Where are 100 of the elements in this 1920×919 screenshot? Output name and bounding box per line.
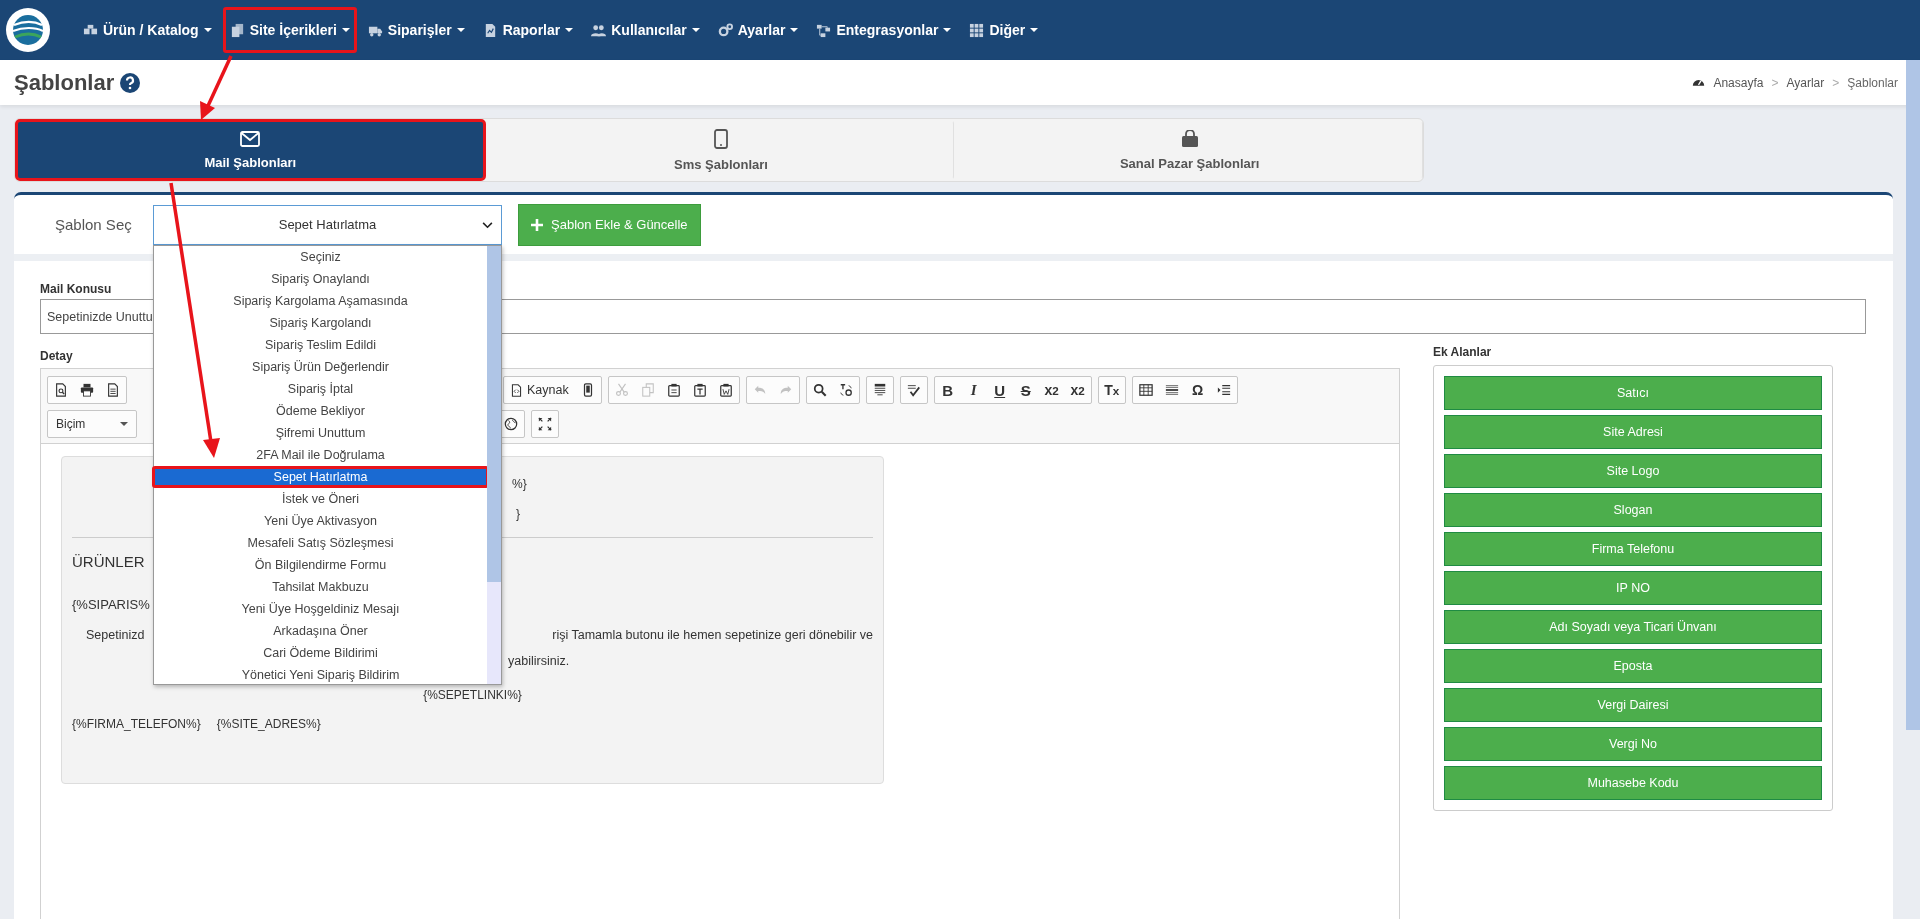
page-scrollbar-thumb[interactable] bbox=[1906, 60, 1920, 730]
caret-icon bbox=[341, 28, 350, 32]
template-tab[interactable]: Sanal Pazar Şablonları bbox=[954, 119, 1423, 181]
printer-icon bbox=[80, 383, 94, 397]
caret-icon bbox=[943, 28, 952, 32]
code-page-icon bbox=[510, 383, 523, 397]
breadcrumb-link[interactable]: Ayarlar bbox=[1786, 75, 1825, 90]
dropdown-option[interactable]: 2FA Mail ile Doğrulama bbox=[154, 443, 487, 466]
maximize-icon bbox=[538, 417, 552, 431]
lines-icon bbox=[872, 383, 887, 397]
format-dropdown[interactable]: Biçim bbox=[48, 411, 136, 437]
template-tab[interactable]: Mail Şablonları bbox=[15, 119, 486, 181]
phone-icon bbox=[714, 128, 728, 149]
dropdown-option[interactable]: Mesafeli Satış Sözleşmesi bbox=[154, 531, 487, 554]
breadcrumb-separator: > bbox=[1832, 75, 1840, 90]
envelope-icon bbox=[240, 130, 261, 147]
nav-menu-item[interactable]: Site İçerikleri bbox=[222, 7, 357, 53]
caret-icon bbox=[203, 28, 212, 32]
nav-menu-item[interactable]: Raporlar bbox=[475, 7, 581, 53]
caret-icon bbox=[120, 422, 128, 426]
nav-menu-item[interactable]: Kullanıcılar bbox=[584, 7, 707, 53]
network-icon bbox=[816, 22, 832, 38]
copy-icon bbox=[640, 383, 655, 397]
caret-icon bbox=[691, 28, 700, 32]
chevron-down-icon bbox=[482, 221, 493, 229]
nav-menu-item[interactable]: Siparişler bbox=[360, 7, 472, 53]
dropdown-option[interactable]: Cari Ödeme Bildirimi bbox=[154, 641, 487, 664]
dropdown-option[interactable]: Yeni Üye Hoşgeldiniz Mesajı bbox=[154, 597, 487, 620]
paragraph-text: rişi Tamamla butonu ile hemen sepetinize geri dönebilir ve bbox=[552, 628, 873, 644]
dropdown-option[interactable]: Sipariş Teslim Edildi bbox=[154, 333, 487, 356]
breadcrumb-current: Şablonlar bbox=[1847, 75, 1898, 90]
gears-icon bbox=[717, 22, 733, 38]
page-magnifier-icon bbox=[54, 383, 68, 397]
dropdown-option[interactable]: Sipariş Onaylandı bbox=[154, 267, 487, 290]
dropdown-option[interactable]: Sipariş Ürün Değerlendir bbox=[154, 355, 487, 378]
document-icon bbox=[106, 383, 120, 397]
bold-button[interactable]: B bbox=[934, 377, 961, 403]
dropdown-option[interactable]: Sipariş Kargolandı bbox=[154, 311, 487, 334]
clipboard-icon bbox=[692, 383, 707, 397]
dropdown-option[interactable]: Seçiniz bbox=[154, 245, 487, 268]
template-tag: {%SIPARIS% bbox=[72, 582, 150, 628]
products-heading: ÜRÜNLER bbox=[72, 552, 145, 572]
spellcheck-icon bbox=[906, 383, 921, 397]
help-icon[interactable] bbox=[120, 72, 141, 93]
template-select[interactable]: Sepet Hatırlatma bbox=[153, 204, 502, 245]
page-title: Şablonlar bbox=[14, 69, 115, 96]
template-tag: {%FIRMA_TELEFON%} bbox=[72, 712, 201, 736]
copy-icon bbox=[229, 22, 245, 38]
dropdown-option[interactable]: Sipariş İptal bbox=[154, 377, 487, 400]
dropdown-option[interactable]: Şifremi Unuttum bbox=[154, 421, 487, 444]
clipboard-icon bbox=[718, 383, 733, 397]
shopping-bag-icon bbox=[1180, 129, 1199, 148]
globe-logo-icon[interactable] bbox=[6, 8, 50, 52]
dropdown-option[interactable]: Arkadaşına Öner bbox=[154, 619, 487, 642]
grid-icon bbox=[969, 22, 985, 38]
clipboard-icon bbox=[666, 383, 681, 397]
caret-icon bbox=[1030, 28, 1039, 32]
caret-icon bbox=[456, 28, 465, 32]
dropdown-option[interactable]: Yeni Üye Aktivasyon bbox=[154, 509, 487, 532]
template-tag: {%SEPETLINKI%} bbox=[423, 688, 522, 702]
underline-button[interactable]: U bbox=[986, 377, 1013, 403]
template-tag: } bbox=[516, 507, 520, 521]
nav-menu-item[interactable]: Ürün / Katalog bbox=[76, 7, 219, 53]
dropdown-option[interactable]: Sepet Hatırlatma bbox=[152, 465, 489, 488]
paragraph-text: yabilirsiniz. bbox=[508, 654, 570, 668]
template-select-label: Şablon Seç bbox=[55, 216, 133, 233]
plus-icon bbox=[531, 218, 543, 231]
section-label: Ek Alanlar bbox=[1433, 344, 1492, 361]
breadcrumb-separator: > bbox=[1771, 75, 1779, 90]
scissors-icon bbox=[614, 383, 629, 397]
replace-icon bbox=[838, 383, 853, 397]
scrollbar-thumb[interactable] bbox=[487, 245, 501, 582]
table-icon bbox=[1138, 383, 1153, 397]
dropdown-option[interactable]: Yönetici Yeni Sipariş Bildirim bbox=[154, 663, 487, 686]
template-tag: {%SITE_ADRES%} bbox=[216, 712, 321, 736]
paragraph-text: Sepetinizd bbox=[86, 628, 145, 644]
globe-icon bbox=[504, 417, 518, 431]
dropdown-option[interactable]: Tahsilat Makbuzu bbox=[154, 575, 487, 598]
nav-menu-item[interactable]: Ayarlar bbox=[710, 7, 806, 53]
dropdown-option[interactable]: Ön Bilgilendirme Formu bbox=[154, 553, 487, 576]
template-tag: %} bbox=[512, 477, 527, 491]
breadcrumb-link[interactable]: Anasayfa bbox=[1713, 75, 1764, 90]
horizontal-rule-icon bbox=[1164, 383, 1179, 397]
search-icon bbox=[812, 383, 827, 397]
dropdown-option[interactable]: İstek ve Öneri bbox=[154, 487, 487, 510]
nav-menu-item[interactable]: Diğer bbox=[962, 7, 1046, 53]
italic-button[interactable]: I bbox=[960, 377, 987, 403]
source-button[interactable]: Kaynak bbox=[504, 377, 575, 403]
field-label: Mail Konusu bbox=[40, 281, 112, 298]
caret-icon bbox=[565, 28, 574, 32]
field-label: Detay bbox=[40, 348, 73, 365]
caret-icon bbox=[790, 28, 799, 32]
users-icon bbox=[591, 22, 607, 38]
template-tab[interactable]: Sms Şablonları bbox=[485, 119, 955, 181]
annotation-arrow bbox=[200, 55, 233, 120]
format-button[interactable]: Ω bbox=[1184, 377, 1211, 403]
indent-icon bbox=[1216, 383, 1231, 397]
dropdown-option[interactable]: Ödeme Bekliyor bbox=[154, 399, 487, 422]
strikethrough-button[interactable]: S bbox=[1012, 377, 1039, 403]
nav-menu-item[interactable]: Entegrasyonlar bbox=[809, 7, 959, 53]
